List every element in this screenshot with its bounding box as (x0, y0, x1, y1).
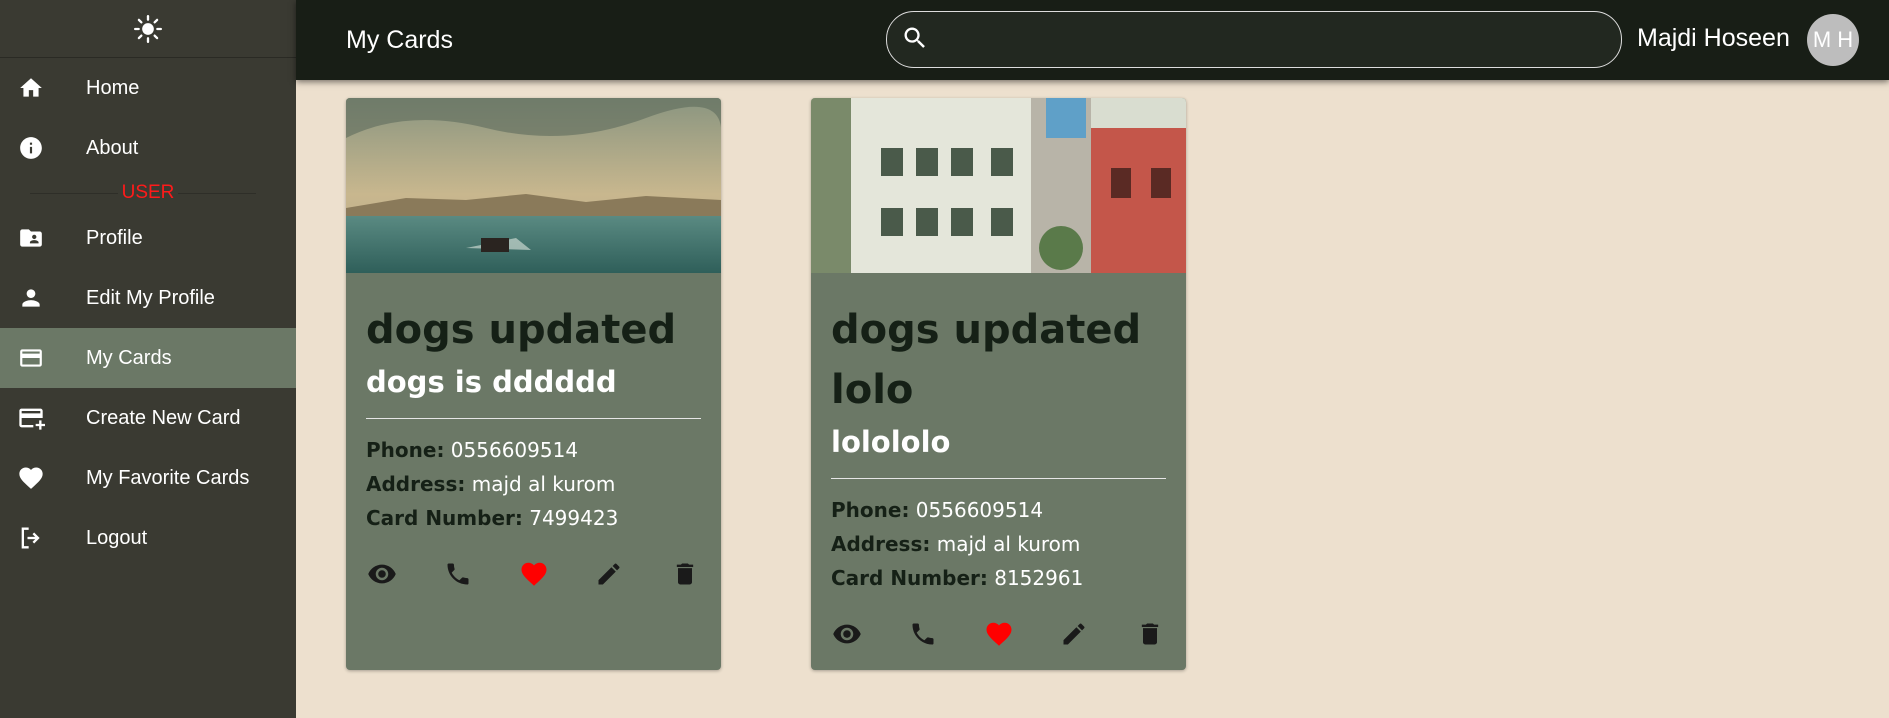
sidebar-item-label: About (86, 136, 139, 159)
heart-icon (16, 463, 46, 493)
phone-icon (912, 623, 934, 645)
card-address: Address: majd al kurom (366, 472, 616, 496)
card-image (811, 98, 1186, 273)
card-phone: Phone: 0556609514 (831, 498, 1044, 522)
phone-icon (447, 563, 469, 585)
card-number: Card Number: 8152961 (831, 566, 1084, 590)
card-actions (829, 616, 1168, 652)
theme-toggle[interactable] (0, 0, 296, 58)
card-subtitle: dogs is dddddd (366, 365, 617, 399)
sidebar-item-home[interactable]: Home (0, 58, 296, 118)
card-actions (364, 556, 703, 592)
sidebar-item-label: Create New Card (86, 406, 241, 429)
card-title: dogs updated (366, 307, 677, 353)
business-card[interactable]: dogs updated dogs is dddddd Phone: 05566… (346, 98, 721, 670)
eye-icon (833, 624, 861, 644)
view-card-button[interactable] (829, 616, 865, 652)
sidebar-item-label: Profile (86, 226, 143, 249)
sidebar-item-favorite-cards[interactable]: My Favorite Cards (0, 448, 296, 508)
sidebar-item-edit-profile[interactable]: Edit My Profile (0, 268, 296, 328)
sidebar-item-my-cards[interactable]: My Cards (0, 328, 296, 388)
search-icon (901, 24, 929, 57)
call-button[interactable] (440, 556, 476, 592)
delete-button[interactable] (667, 556, 703, 592)
user-name: Majdi Hoseen (1637, 24, 1790, 52)
card-number: Card Number: 7499423 (366, 506, 619, 530)
heart-icon (521, 562, 546, 586)
sidebar-item-label: Edit My Profile (86, 286, 215, 309)
pencil-icon (1063, 623, 1085, 645)
sun-icon[interactable] (134, 14, 162, 43)
delete-button[interactable] (1132, 616, 1168, 652)
sidebar-item-create-card[interactable]: Create New Card (0, 388, 296, 448)
add-card-icon (16, 403, 46, 433)
edit-button[interactable] (1056, 616, 1092, 652)
avatar[interactable]: M H (1807, 14, 1859, 66)
home-icon (16, 73, 46, 103)
info-icon (16, 133, 46, 163)
sidebar: Home About USER Profile Edit My Profile … (0, 0, 296, 718)
card-image (346, 98, 721, 273)
person-icon (16, 283, 46, 313)
edit-button[interactable] (591, 556, 627, 592)
card-address: Address: majd al kurom (831, 532, 1081, 556)
sidebar-item-profile[interactable]: Profile (0, 208, 296, 268)
user-section-label: USER (0, 178, 296, 208)
card-phone: Phone: 0556609514 (366, 438, 579, 462)
page-title: My Cards (346, 25, 453, 54)
trash-icon (676, 563, 694, 585)
sidebar-item-label: Home (86, 76, 140, 99)
pencil-icon (598, 563, 620, 585)
favorite-button[interactable] (981, 616, 1017, 652)
heart-icon (986, 622, 1011, 646)
top-app-bar: My Cards Majdi Hoseen M H (296, 0, 1889, 80)
business-card[interactable]: dogs updated lolo lolololo Phone: 055660… (811, 98, 1186, 670)
sidebar-item-label: My Cards (86, 346, 172, 369)
eye-icon (368, 564, 396, 584)
call-button[interactable] (905, 616, 941, 652)
search-input[interactable] (941, 22, 1601, 58)
card-divider (831, 478, 1166, 479)
credit-card-icon (16, 343, 46, 373)
trash-icon (1141, 623, 1159, 645)
logout-icon (16, 523, 46, 553)
card-subtitle: lolololo (831, 425, 951, 459)
sidebar-item-logout[interactable]: Logout (0, 508, 296, 568)
sidebar-item-label: Logout (86, 526, 148, 549)
card-title: dogs updated lolo (831, 307, 1142, 413)
search-box[interactable] (886, 11, 1622, 68)
profile-folder-icon (16, 223, 46, 253)
view-card-button[interactable] (364, 556, 400, 592)
favorite-button[interactable] (516, 556, 552, 592)
sidebar-item-about[interactable]: About (0, 118, 296, 178)
card-divider (366, 418, 701, 419)
sidebar-item-label: My Favorite Cards (86, 466, 250, 489)
